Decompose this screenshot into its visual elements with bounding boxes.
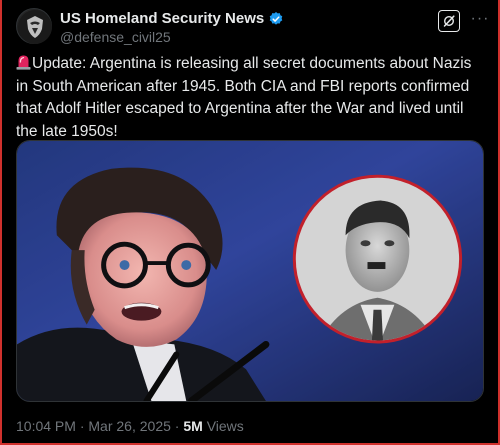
photo-composite — [17, 141, 483, 401]
views-count: 5M — [183, 418, 203, 434]
police-siren-icon — [16, 55, 31, 70]
tweet-date[interactable]: Mar 26, 2025 — [88, 418, 171, 434]
tweet-body: Update: Argentina is releasing all secre… — [16, 53, 484, 143]
meta-separator: · — [79, 418, 85, 434]
grok-button[interactable] — [438, 10, 460, 32]
display-name[interactable]: US Homeland Security News — [60, 10, 264, 27]
tweet-text: Update: Argentina is releasing all secre… — [16, 55, 472, 140]
name-row: US Homeland Security News — [60, 10, 284, 27]
meta-separator: · — [174, 418, 180, 434]
grok-icon — [443, 15, 455, 27]
tweet-time[interactable]: 10:04 PM — [16, 418, 76, 434]
shield-eagle-icon — [18, 10, 52, 44]
tweet-image[interactable] — [16, 140, 484, 402]
more-options-button[interactable]: ··· — [470, 10, 490, 32]
avatar[interactable] — [16, 8, 52, 44]
account-handle[interactable]: @defense_civil25 — [60, 29, 171, 45]
views-label: Views — [206, 418, 244, 434]
verified-badge-icon — [268, 11, 284, 27]
tweet-header: US Homeland Security News @defense_civil… — [14, 8, 488, 48]
tweet-metadata: 10:04 PM · Mar 26, 2025 · 5M Views — [16, 418, 244, 434]
